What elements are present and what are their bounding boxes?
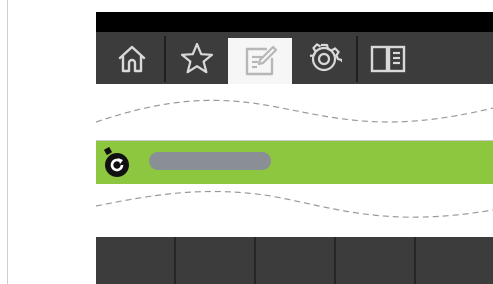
grid-cell[interactable] [336, 237, 416, 284]
grid-cell[interactable] [96, 237, 176, 284]
tab-reader[interactable] [356, 36, 420, 82]
book-icon [370, 45, 406, 73]
tab-settings[interactable] [292, 36, 356, 82]
tab-bar [96, 32, 493, 84]
tab-favorites[interactable] [164, 36, 228, 82]
tab-home[interactable] [100, 36, 164, 82]
refresh-badge-icon[interactable] [101, 147, 133, 179]
grid-cell[interactable] [176, 237, 256, 284]
home-icon [118, 45, 146, 73]
progress-track[interactable] [149, 152, 271, 170]
bottom-grid [96, 237, 493, 284]
tab-edit[interactable] [228, 38, 292, 84]
top-black-bar [96, 12, 493, 32]
status-row [96, 140, 493, 184]
bottom-wave-divider [96, 190, 493, 218]
grid-cell[interactable] [256, 237, 336, 284]
top-wave-divider [96, 99, 493, 123]
grid-cell[interactable] [416, 237, 493, 284]
left-panel-border [7, 0, 8, 284]
gear-icon [309, 43, 342, 72]
edit-note-icon [245, 45, 278, 76]
star-icon [180, 42, 214, 74]
